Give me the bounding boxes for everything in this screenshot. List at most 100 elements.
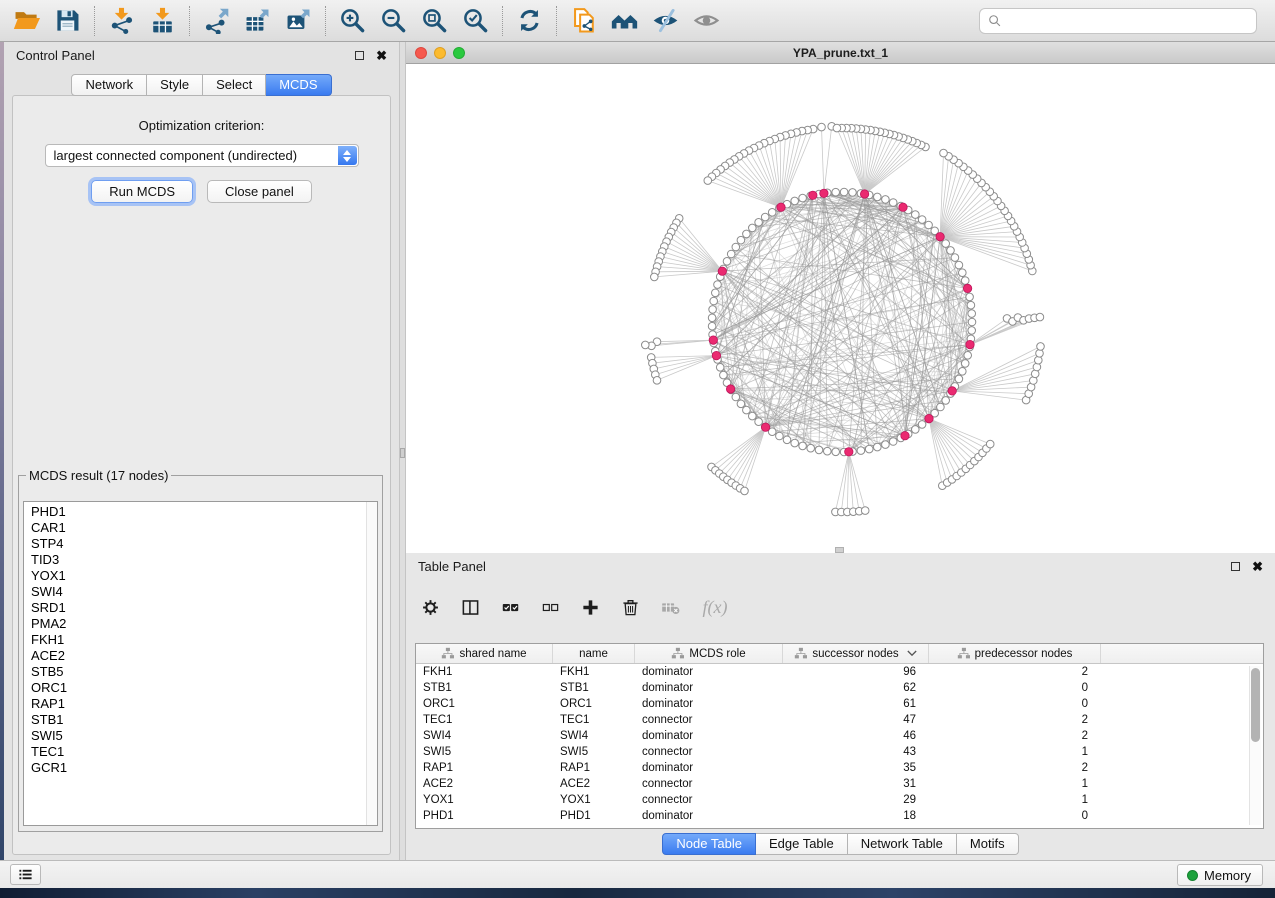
mcds-result-item[interactable]: STP4: [31, 536, 361, 552]
toggle-visibility-button[interactable]: [645, 3, 686, 39]
search-input[interactable]: [1007, 13, 1248, 30]
table-scrollbar[interactable]: [1249, 666, 1261, 825]
cell-predecessor_nodes: 2: [929, 666, 1101, 678]
panel-splitter[interactable]: [399, 42, 406, 860]
export-table-button[interactable]: [237, 3, 278, 39]
show-column-panel-button[interactable]: [458, 595, 482, 619]
mcds-result-item[interactable]: SWI4: [31, 584, 361, 600]
cell-shared_name: ACE2: [416, 778, 553, 790]
tab-mcds[interactable]: MCDS: [266, 74, 331, 96]
table-row[interactable]: ORC1ORC1dominator610: [416, 696, 1263, 712]
table-panel-title: Table Panel: [418, 559, 1231, 574]
zoom-fit-button[interactable]: [414, 3, 455, 39]
mcds-result-item[interactable]: YOX1: [31, 568, 361, 584]
mcds-result-item[interactable]: PHD1: [31, 504, 361, 520]
open-file-icon: [13, 7, 40, 34]
save-session-button[interactable]: [47, 3, 88, 39]
mcds-result-item[interactable]: STB5: [31, 664, 361, 680]
network-canvas[interactable]: [406, 64, 1275, 553]
import-table-button[interactable]: [142, 3, 183, 39]
export-image-button[interactable]: [278, 3, 319, 39]
criterion-select[interactable]: largest connected component (undirected): [45, 144, 359, 167]
splitter-handle[interactable]: [400, 448, 405, 458]
tab-style[interactable]: Style: [147, 74, 203, 96]
zoom-in-button[interactable]: [332, 3, 373, 39]
cell-successor_nodes: 46: [783, 730, 929, 742]
column-header-successor-nodes[interactable]: successor nodes: [783, 644, 929, 663]
zoom-selected-button[interactable]: [455, 3, 496, 39]
mcds-result-item[interactable]: STB1: [31, 712, 361, 728]
import-network-button[interactable]: [101, 3, 142, 39]
mcds-result-item[interactable]: TID3: [31, 552, 361, 568]
close-panel-icon[interactable]: ✖: [376, 49, 387, 62]
mcds-result-item[interactable]: GCR1: [31, 760, 361, 776]
table-row[interactable]: SWI4SWI4dominator462: [416, 728, 1263, 744]
delete-column-button[interactable]: [618, 595, 642, 619]
mcds-result-item[interactable]: TEC1: [31, 744, 361, 760]
mcds-result-item[interactable]: PMA2: [31, 616, 361, 632]
clear-selection-button[interactable]: [538, 595, 562, 619]
cell-shared_name: FKH1: [416, 666, 553, 678]
minimize-window-icon[interactable]: [434, 47, 446, 59]
home-icon: [611, 7, 638, 34]
run-mcds-button[interactable]: Run MCDS: [91, 180, 193, 203]
duplicate-network-button[interactable]: [563, 3, 604, 39]
table-row[interactable]: TEC1TEC1connector472: [416, 712, 1263, 728]
table-row[interactable]: ACE2ACE2connector311: [416, 776, 1263, 792]
tab-motifs[interactable]: Motifs: [957, 833, 1019, 855]
search-box[interactable]: [979, 8, 1257, 34]
mcds-result-item[interactable]: FKH1: [31, 632, 361, 648]
close-panel-button[interactable]: Close panel: [207, 180, 312, 203]
select-all-button[interactable]: [498, 595, 522, 619]
cell-successor_nodes: 43: [783, 746, 929, 758]
toolbar-separator: [94, 6, 95, 36]
float-table-panel-icon[interactable]: [1231, 562, 1240, 571]
table-row[interactable]: FKH1FKH1dominator962: [416, 664, 1263, 680]
table-scrollbar-thumb[interactable]: [1251, 668, 1260, 742]
mcds-result-item[interactable]: ORC1: [31, 680, 361, 696]
zoom-out-button[interactable]: [373, 3, 414, 39]
float-panel-icon[interactable]: [355, 51, 364, 60]
maximize-window-icon[interactable]: [453, 47, 465, 59]
mcds-result-title: MCDS result (17 nodes): [26, 468, 171, 483]
add-column-button[interactable]: [578, 595, 602, 619]
mcds-list-scrollbar[interactable]: [366, 502, 377, 825]
tab-network[interactable]: Network: [71, 74, 147, 96]
column-header-MCDS-role[interactable]: MCDS role: [635, 644, 783, 663]
table-row[interactable]: STB1STB1dominator620: [416, 680, 1263, 696]
table-row[interactable]: PHD1PHD1dominator180: [416, 808, 1263, 824]
home-button[interactable]: [604, 3, 645, 39]
column-header-name[interactable]: name: [553, 644, 635, 663]
memory-button[interactable]: Memory: [1177, 864, 1263, 886]
close-window-icon[interactable]: [415, 47, 427, 59]
table-panel-header: Table Panel ✖: [406, 553, 1275, 579]
table-row[interactable]: YOX1YOX1connector291: [416, 792, 1263, 808]
table-row[interactable]: SWI5SWI5connector431: [416, 744, 1263, 760]
column-header-shared-name[interactable]: shared name: [416, 644, 553, 663]
tab-select[interactable]: Select: [203, 74, 266, 96]
mcds-result-item[interactable]: RAP1: [31, 696, 361, 712]
export-network-button[interactable]: [196, 3, 237, 39]
cell-predecessor_nodes: 0: [929, 682, 1101, 694]
table-header-row: shared namenameMCDS rolesuccessor nodesp…: [416, 644, 1263, 664]
cell-mcds_role: dominator: [635, 730, 783, 742]
sort-desc-icon: [907, 650, 917, 657]
mcds-result-item[interactable]: SRD1: [31, 600, 361, 616]
memory-status-icon: [1187, 870, 1198, 881]
column-header-predecessor-nodes[interactable]: predecessor nodes: [929, 644, 1101, 663]
task-history-button[interactable]: [10, 864, 41, 885]
tab-network-table[interactable]: Network Table: [848, 833, 957, 855]
refresh-view-button[interactable]: [509, 3, 550, 39]
table-row[interactable]: RAP1RAP1dominator352: [416, 760, 1263, 776]
settings-gear-button[interactable]: [418, 595, 442, 619]
show-hidden-button[interactable]: [686, 3, 727, 39]
mcds-result-item[interactable]: CAR1: [31, 520, 361, 536]
mcds-result-item[interactable]: SWI5: [31, 728, 361, 744]
close-table-panel-icon[interactable]: ✖: [1252, 560, 1263, 573]
open-file-button[interactable]: [6, 3, 47, 39]
cell-successor_nodes: 61: [783, 698, 929, 710]
mcds-result-item[interactable]: ACE2: [31, 648, 361, 664]
tab-edge-table[interactable]: Edge Table: [756, 833, 848, 855]
tab-node-table[interactable]: Node Table: [662, 833, 756, 855]
cell-mcds_role: dominator: [635, 698, 783, 710]
